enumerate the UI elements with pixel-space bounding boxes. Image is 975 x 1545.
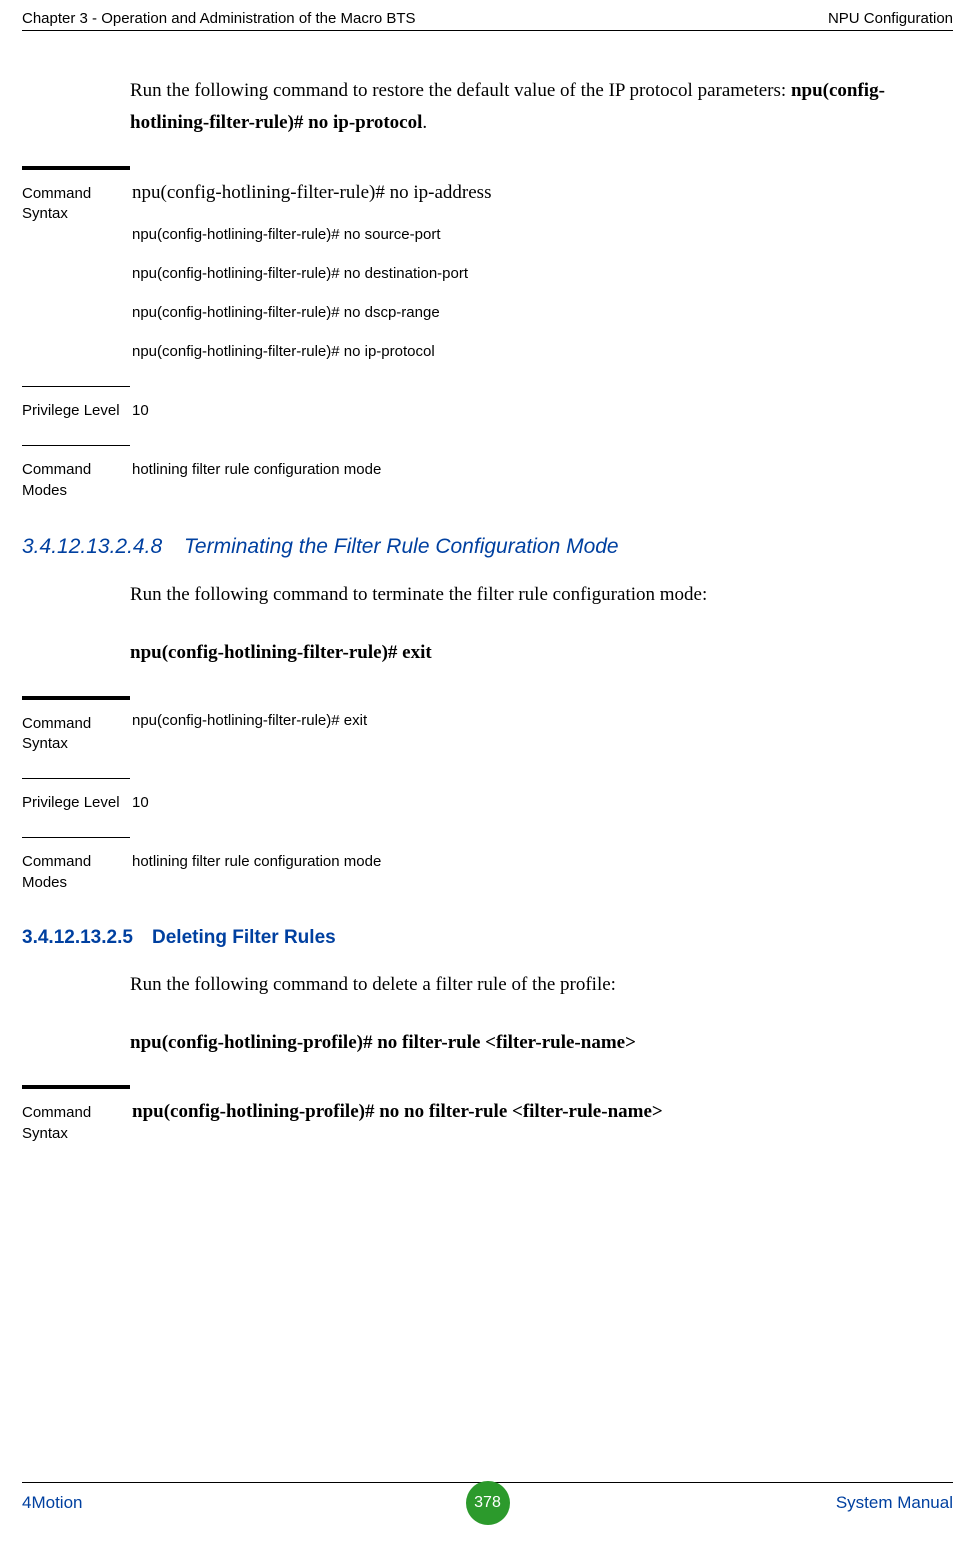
command-table-1: Command Syntax npu(config-hotlining-filt… <box>22 166 953 525</box>
row-value-cell: hotlining filter rule configuration mode <box>130 837 953 872</box>
document-page: Chapter 3 - Operation and Administration… <box>0 0 975 1545</box>
row-value-cell: npu(config-hotlining-profile)# no no fil… <box>130 1085 953 1126</box>
section-heading-terminating: 3.4.12.13.2.4.8 Terminating the Filter R… <box>22 535 953 559</box>
header-chapter: Chapter 3 - Operation and Administration… <box>22 10 416 27</box>
intro-text-post: . <box>422 112 427 133</box>
header-rule <box>22 30 953 31</box>
command-modes-label: Command Modes <box>22 852 130 893</box>
footer-right: System Manual <box>836 1493 953 1513</box>
table-row: Command Modes hotlining filter rule conf… <box>22 837 953 917</box>
section-2-5-cmd: npu(config-hotlining-profile)# no filter… <box>130 1027 913 1059</box>
table-row: Command Syntax npu(config-hotlining-filt… <box>22 696 953 779</box>
row-label-cell: Command Syntax <box>22 166 130 225</box>
command-table-2: Command Syntax npu(config-hotlining-filt… <box>22 696 953 917</box>
intro-paragraph: Run the following command to restore the… <box>130 75 913 140</box>
command-syntax-label: Command Syntax <box>22 184 130 225</box>
row-value-cell: 10 <box>130 778 953 813</box>
page-content: Run the following command to restore the… <box>22 56 953 1465</box>
row-value-cell: 10 <box>130 386 953 421</box>
command-syntax-label: Command Syntax <box>22 1103 130 1144</box>
privilege-level-value: 10 <box>132 792 953 813</box>
command-table-3: Command Syntax npu(config-hotlining-prof… <box>22 1085 953 1168</box>
row-label-cell: Privilege Level <box>22 778 130 813</box>
syntax-line-5: npu(config-hotlining-filter-rule)# no ip… <box>132 341 953 362</box>
privilege-level-label: Privilege Level <box>22 401 130 421</box>
section-2-5-cmd-bold: npu(config-hotlining-profile)# no filter… <box>130 1032 636 1053</box>
table-row: Command Modes hotlining filter rule conf… <box>22 445 953 525</box>
page-number-badge: 378 <box>466 1481 510 1525</box>
section-4-8-cmd: npu(config-hotlining-filter-rule)# exit <box>130 637 913 669</box>
table-row: Privilege Level 10 <box>22 386 953 445</box>
header-section: NPU Configuration <box>828 10 953 27</box>
intro-text-pre: Run the following command to restore the… <box>130 80 791 101</box>
privilege-level-label: Privilege Level <box>22 793 130 813</box>
table-row: Command Syntax npu(config-hotlining-prof… <box>22 1085 953 1168</box>
row-label-cell: Command Modes <box>22 837 130 893</box>
section-heading-deleting: 3.4.12.13.2.5 Deleting Filter Rules <box>22 927 953 949</box>
table-row: Privilege Level 10 <box>22 778 953 837</box>
page-header: Chapter 3 - Operation and Administration… <box>22 10 953 27</box>
row-label-cell: Command Syntax <box>22 1085 130 1144</box>
section-2-5-para: Run the following command to delete a fi… <box>130 969 913 1001</box>
row-value-cell: npu(config-hotlining-filter-rule)# no ip… <box>130 166 953 363</box>
row-value-cell: hotlining filter rule configuration mode <box>130 445 953 480</box>
table-row: Command Syntax npu(config-hotlining-filt… <box>22 166 953 387</box>
command-modes-value: hotlining filter rule configuration mode <box>132 459 953 480</box>
command-modes-label: Command Modes <box>22 460 130 501</box>
row-label-cell: Privilege Level <box>22 386 130 421</box>
syntax-line-4: npu(config-hotlining-filter-rule)# no ds… <box>132 302 953 323</box>
row-label-cell: Command Modes <box>22 445 130 501</box>
footer-left: 4Motion <box>22 1493 82 1513</box>
section-4-8-cmd-bold: npu(config-hotlining-filter-rule)# exit <box>130 642 432 663</box>
row-value-cell: npu(config-hotlining-filter-rule)# exit <box>130 696 953 731</box>
command-modes-value: hotlining filter rule configuration mode <box>132 851 953 872</box>
syntax-line-3: npu(config-hotlining-filter-rule)# no de… <box>132 263 953 284</box>
privilege-level-value: 10 <box>132 400 953 421</box>
page-number: 378 <box>474 1494 501 1512</box>
row-label-cell: Command Syntax <box>22 696 130 755</box>
syntax-value: npu(config-hotlining-filter-rule)# exit <box>132 710 953 731</box>
section-4-8-para: Run the following command to terminate t… <box>130 579 913 611</box>
syntax-line-2: npu(config-hotlining-filter-rule)# no so… <box>132 224 953 245</box>
section-title: Deleting Filter Rules <box>152 927 336 949</box>
section-title: Terminating the Filter Rule Configuratio… <box>184 535 619 559</box>
syntax-line-1: npu(config-hotlining-filter-rule)# no ip… <box>132 180 953 207</box>
section-number: 3.4.12.13.2.5 <box>22 927 152 949</box>
syntax-value-bold: npu(config-hotlining-profile)# no no fil… <box>132 1099 953 1126</box>
section-number: 3.4.12.13.2.4.8 <box>22 535 184 559</box>
command-syntax-label: Command Syntax <box>22 714 130 755</box>
